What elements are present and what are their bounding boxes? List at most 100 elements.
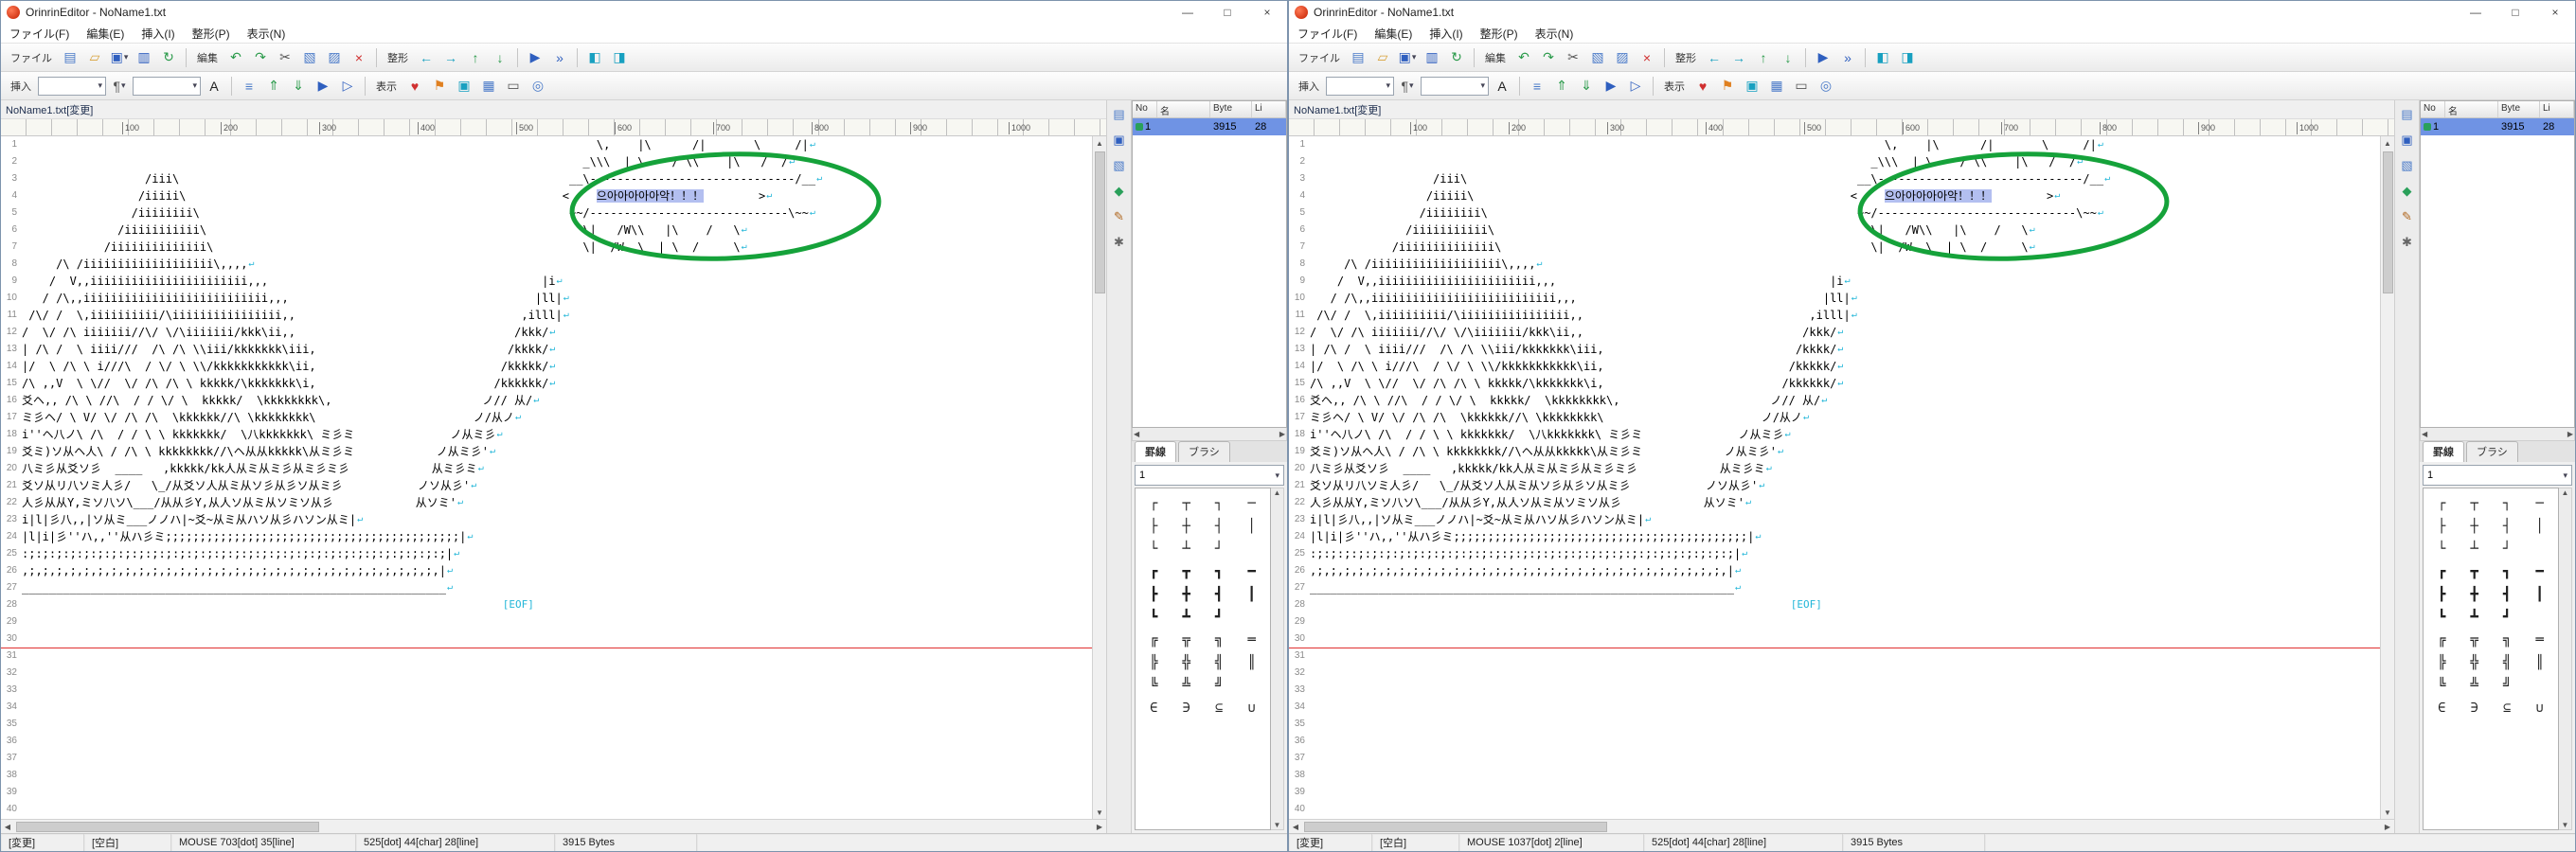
- ruler-toggle-button[interactable]: ▭: [1790, 75, 1813, 98]
- aa-list-row[interactable]: [1133, 204, 1286, 221]
- editor-line[interactable]: 16爻ヘ,, /\ \ //\ / / \/ \ kkkkk/ \kkkkkkk…: [1289, 392, 2380, 409]
- palette-char[interactable]: ┗: [2425, 610, 2459, 625]
- aa-list-row[interactable]: [1133, 323, 1286, 340]
- palette-scrollbar[interactable]: ▲ ▼: [1271, 488, 1284, 830]
- aa-list-row[interactable]: [1133, 272, 1286, 289]
- editor-line[interactable]: 26,;,;,;,;,;,;,;,;,;,;,;,;,;,;,;,;,;,;,;…: [1, 562, 1092, 579]
- scroll-right-icon[interactable]: ▶: [1093, 823, 1106, 831]
- undo-button[interactable]: ↶: [1512, 46, 1535, 69]
- vertical-scroll-thumb[interactable]: [2383, 151, 2393, 293]
- palette-char[interactable]: ╋: [2459, 587, 2492, 602]
- editor-line[interactable]: 34: [1, 699, 1092, 716]
- palette-char[interactable]: ⊆: [2491, 701, 2524, 716]
- editor-line[interactable]: 12/ \/ /\ iiiiiii//\/ \/\iiiiiii/kkk\ii,…: [1, 324, 1092, 341]
- horizontal-scroll-thumb[interactable]: [16, 822, 319, 832]
- run-to-end-button[interactable]: ▷: [336, 75, 359, 98]
- palette-char[interactable]: ┐: [1203, 496, 1236, 511]
- editor-line[interactable]: 23i|l|彡八,,|ソ从ミ___ノノハ|~爻~从ミ从ハソ从彡ハソン从ミ|↵: [1, 511, 1092, 528]
- editor-line[interactable]: 34: [1289, 699, 2380, 716]
- minimize-button[interactable]: —: [1168, 1, 1208, 24]
- aa-list-row[interactable]: [1133, 221, 1286, 238]
- insert-mark-button[interactable]: ¶▾: [1396, 75, 1419, 98]
- horizontal-scrollbar[interactable]: ◀ ▶: [1, 819, 1106, 833]
- palette-char[interactable]: ║: [2524, 655, 2557, 670]
- panel-list-icon[interactable]: ▤: [2398, 105, 2417, 124]
- horizontal-scroll-thumb[interactable]: [1304, 822, 1607, 832]
- panel-brush-icon[interactable]: ✎: [1110, 207, 1129, 226]
- editor-line[interactable]: 28 [EOF]: [1289, 596, 2380, 613]
- editor-line[interactable]: 11 /\/ / \,iiiiiiiiii/\iiiiiiiiiiiiiiii,…: [1, 307, 1092, 324]
- editor-line[interactable]: 22人彡从从Y,ミソ八ソ\___/从从彡Y,从人ソ从ミ从ソミソ从彡 从ソミ'↵: [1, 494, 1092, 511]
- panel-copy-icon[interactable]: ▧: [1110, 156, 1129, 175]
- palette-char[interactable]: ║: [1236, 655, 1269, 670]
- insert-mark-button[interactable]: ¶▾: [108, 75, 131, 98]
- list-column-header[interactable]: 名: [1157, 101, 1210, 117]
- redo-button[interactable]: ↷: [249, 46, 272, 69]
- aa-list-row[interactable]: [2421, 186, 2574, 204]
- palette-char[interactable]: ╠: [1137, 655, 1171, 670]
- palette-char[interactable]: ╝: [2491, 678, 2524, 693]
- aa-list-row[interactable]: [2421, 408, 2574, 425]
- aa-list-row[interactable]: 1391528: [1133, 118, 1286, 135]
- aa-list-row[interactable]: [1133, 255, 1286, 272]
- scroll-up-icon[interactable]: ▲: [2381, 136, 2394, 150]
- editor-line[interactable]: 36: [1289, 733, 2380, 750]
- panel-copy-icon[interactable]: ▧: [2398, 156, 2417, 175]
- editor-line[interactable]: 17ミ彡ヘ/ \ V/ \/ /\ /\ \kkkkkk//\ \kkkkkkk…: [1289, 409, 2380, 426]
- editor-line[interactable]: 14|/ \ /\ \ i///\ / \/ \ \\/kkkkkkkkkkk\…: [1289, 358, 2380, 375]
- document-tab[interactable]: NoName1.txt[変更]: [1, 100, 1106, 119]
- palette-char[interactable]: ┃: [2524, 587, 2557, 602]
- marker-button[interactable]: ⚑: [1716, 75, 1739, 98]
- aa-list-row[interactable]: [1133, 408, 1286, 425]
- editor-line[interactable]: 22人彡从从Y,ミソ八ソ\___/从从彡Y,从人ソ从ミ从ソミソ从彡 从ソミ'↵: [1289, 494, 2380, 511]
- palette-char[interactable]: ∪: [2524, 701, 2557, 716]
- palette-char[interactable]: │: [1236, 519, 1269, 534]
- palette-char[interactable]: [1236, 678, 1269, 693]
- editor-line[interactable]: 30: [1, 630, 1092, 648]
- palette-char[interactable]: ┬: [1171, 496, 1204, 511]
- palette-char[interactable]: ┏: [1137, 564, 1171, 579]
- editor-line[interactable]: 8 /\ /iiiiiiiiiiiiiiiiiii\,,,,↵: [1, 256, 1092, 273]
- new-file-button[interactable]: ▤: [59, 46, 81, 69]
- palette-char[interactable]: ┣: [1137, 587, 1171, 602]
- editor-line[interactable]: 13| /\ / \ iiii/// /\ /\ \\iii/kkkkkkk\i…: [1289, 341, 2380, 358]
- list-column-header[interactable]: Li: [2540, 101, 2574, 117]
- editor-line[interactable]: 8 /\ /iiiiiiiiiiiiiiiiiii\,,,,↵: [1289, 256, 2380, 273]
- menu-edit[interactable]: 編集(E): [1366, 24, 1421, 43]
- palette-scrollbar[interactable]: ▲ ▼: [2559, 488, 2572, 830]
- editor-line[interactable]: 20八ミ彡从爻ソ彡 ____ ,kkkkk/kk人从ミ从ミ彡从ミ彡ミ彡 从ミ彡ミ…: [1, 460, 1092, 477]
- aa-list-row[interactable]: [2421, 374, 2574, 391]
- menu-format[interactable]: 整形(P): [1472, 24, 1527, 43]
- delete-button[interactable]: ×: [348, 46, 370, 69]
- panel-save-icon[interactable]: ▣: [2398, 131, 2417, 150]
- mirror-vertical-button[interactable]: ◨: [1896, 46, 1919, 69]
- palette-char[interactable]: ╚: [2425, 678, 2459, 693]
- editor-line[interactable]: 14|/ \ /\ \ i///\ / \/ \ \\/kkkkkkkkkkk\…: [1, 358, 1092, 375]
- run-button[interactable]: ▶: [1600, 75, 1622, 98]
- palette-char[interactable]: └: [2425, 541, 2459, 557]
- palette-char[interactable]: ┃: [1236, 587, 1269, 602]
- aa-list-row[interactable]: [1133, 374, 1286, 391]
- list-scroll-right-icon[interactable]: ▶: [1279, 430, 1285, 438]
- editor-line[interactable]: 35: [1, 716, 1092, 733]
- palette-char[interactable]: ┘: [2491, 541, 2524, 557]
- palette-char[interactable]: ┫: [2491, 587, 2524, 602]
- zoom-button[interactable]: ◎: [1815, 75, 1837, 98]
- cut-button[interactable]: ✂: [1562, 46, 1584, 69]
- editor-line[interactable]: 6 /iiiiiiiiiii\ \| /W\\ |\ / \↵: [1, 222, 1092, 239]
- brush-select-combo[interactable]: 1 ▾: [1135, 465, 1284, 486]
- editor-line[interactable]: 36: [1, 733, 1092, 750]
- aa-list-row[interactable]: [2421, 135, 2574, 152]
- palette-scroll-down-icon[interactable]: ▼: [1274, 821, 1281, 829]
- aa-list-row[interactable]: [1133, 289, 1286, 306]
- menu-file[interactable]: ファイル(F): [1, 24, 78, 43]
- aa-list-row[interactable]: [2421, 238, 2574, 255]
- reload-button[interactable]: ↻: [1445, 46, 1468, 69]
- insert-aa-combo[interactable]: ▾: [38, 77, 106, 96]
- palette-char[interactable]: ╗: [1203, 632, 1236, 648]
- editor-line[interactable]: 4 /iiiii\ < 으아아아아아악！！！ >↵: [1, 187, 1092, 204]
- palette-char[interactable]: ┳: [1171, 564, 1204, 579]
- palette-char[interactable]: ┛: [1203, 610, 1236, 625]
- aa-list-row[interactable]: [1133, 186, 1286, 204]
- palette-char[interactable]: ┴: [1171, 541, 1204, 557]
